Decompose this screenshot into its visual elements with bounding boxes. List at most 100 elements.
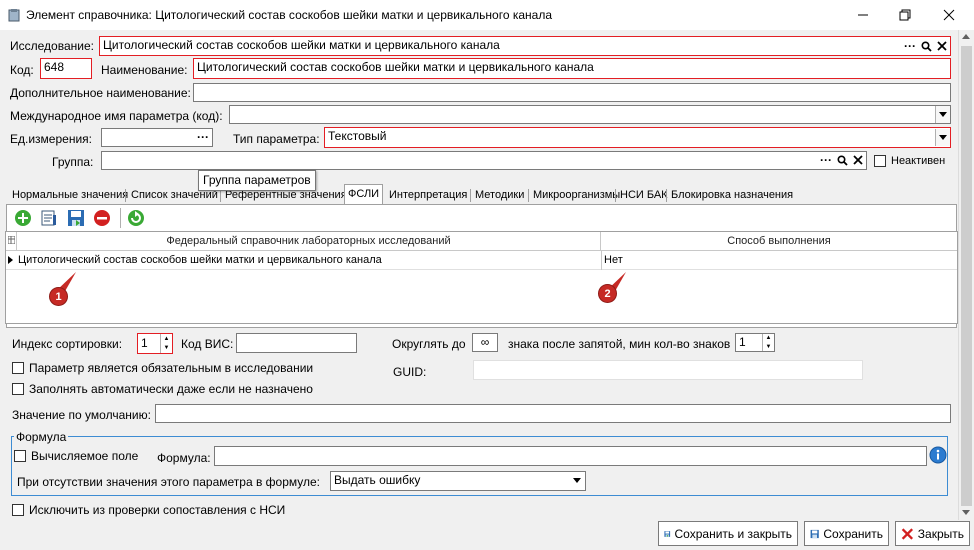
- inactive-checkbox[interactable]: [874, 155, 886, 167]
- exclude-nsi-checkbox[interactable]: [12, 504, 24, 516]
- name-field[interactable]: Цитологический состав соскобов шейки мат…: [193, 58, 951, 79]
- auto-fill-label: Заполнять автоматически даже если не наз…: [29, 382, 313, 396]
- cell-fsli: Цитологический состав соскобов шейки мат…: [18, 254, 382, 266]
- decimals-value: 1: [739, 335, 746, 349]
- unit-label: Ед.измерения:: [10, 132, 92, 146]
- spinner-arrows-icon[interactable]: ▲ ▼: [762, 334, 774, 351]
- info-icon[interactable]: [929, 446, 947, 464]
- window-title: Элемент справочника: Цитологический сост…: [26, 8, 553, 22]
- title-bar: Элемент справочника: Цитологический сост…: [0, 0, 974, 30]
- save-and-close-label: Сохранить и закрыть: [674, 526, 792, 541]
- vis-code-field[interactable]: [236, 333, 357, 353]
- default-value-field[interactable]: [155, 404, 951, 423]
- column-header-fsli[interactable]: Федеральный справочник лабораторных иссл…: [17, 232, 601, 251]
- code-value: 648: [44, 60, 65, 74]
- ellipsis-icon[interactable]: ···: [194, 128, 212, 146]
- name-label: Наименование:: [101, 63, 188, 77]
- decimals-spinner[interactable]: 1 ▲ ▼: [735, 333, 775, 352]
- edit-icon[interactable]: [40, 209, 58, 227]
- current-row-icon: [8, 256, 13, 264]
- sort-index-spinner[interactable]: 1 ▲ ▼: [137, 333, 173, 354]
- spinner-arrows-icon[interactable]: ▲ ▼: [160, 334, 172, 353]
- cell-method: Нет: [604, 254, 623, 266]
- guid-label: GUID:: [393, 365, 427, 379]
- decimals-label: знака после запятой, мин кол-во знаков: [508, 337, 731, 351]
- tooltip: Группа параметров: [198, 170, 316, 191]
- close-icon: [901, 527, 914, 540]
- refresh-icon[interactable]: [127, 209, 145, 227]
- tab-nsi-bak[interactable]: НСИ БАК: [620, 186, 668, 204]
- computed-field-label: Вычисляемое поле: [31, 449, 139, 463]
- minimize-icon[interactable]: [851, 4, 875, 26]
- extra-name-label: Дополнительное наименование:: [10, 86, 191, 100]
- missing-value-option: Выдать ошибку: [334, 473, 421, 487]
- round-label: Округлять до: [392, 337, 466, 351]
- table-row[interactable]: Цитологический состав соскобов шейки мат…: [6, 251, 957, 270]
- vertical-scrollbar[interactable]: [958, 30, 974, 520]
- tab-fsli[interactable]: ФСЛИ: [344, 184, 384, 204]
- add-icon[interactable]: [14, 209, 32, 227]
- code-label: Код:: [10, 63, 34, 77]
- vis-code-label: Код ВИС:: [181, 337, 234, 351]
- group-label: Группа:: [52, 155, 94, 169]
- tab-methods[interactable]: Методики: [475, 186, 524, 204]
- clear-icon[interactable]: [933, 37, 951, 55]
- intl-name-label: Международное имя параметра (код):: [10, 109, 223, 123]
- toolbar-separator: [120, 208, 121, 228]
- default-value-label: Значение по умолчанию:: [12, 408, 151, 422]
- computed-field-checkbox[interactable]: [14, 450, 26, 462]
- missing-value-label: При отсутствии значения этого параметра …: [17, 475, 321, 489]
- study-value: Цитологический состав соскобов шейки мат…: [103, 38, 500, 52]
- required-param-label: Параметр является обязательным в исследо…: [29, 361, 314, 375]
- chevron-down-icon[interactable]: [573, 478, 581, 483]
- study-field[interactable]: Цитологический состав соскобов шейки мат…: [99, 36, 951, 56]
- formula-label: Формула:: [157, 451, 211, 465]
- delete-icon[interactable]: [93, 209, 111, 227]
- auto-fill-checkbox[interactable]: [12, 383, 24, 395]
- guid-field[interactable]: [473, 360, 863, 380]
- inactive-label: Неактивен: [891, 155, 946, 167]
- save-icon: [810, 529, 819, 538]
- app-icon: [8, 9, 20, 22]
- close-label: Закрыть: [917, 526, 964, 541]
- save-button[interactable]: Сохранить: [804, 521, 889, 546]
- tab-interpretation[interactable]: Интерпретация: [389, 186, 467, 204]
- fsli-grid: Федеральный справочник лабораторных иссл…: [5, 231, 958, 324]
- scroll-down-icon[interactable]: [962, 510, 970, 515]
- extra-name-field[interactable]: [193, 83, 951, 102]
- code-field[interactable]: 648: [40, 58, 92, 79]
- chevron-down-icon[interactable]: [935, 129, 950, 146]
- exclude-nsi-label: Исключить из проверки сопоставления с НС…: [29, 503, 286, 517]
- round-value: ∞: [480, 335, 490, 349]
- intl-name-select[interactable]: [229, 105, 951, 124]
- tab-block-assignment[interactable]: Блокировка назначения: [671, 186, 793, 204]
- name-value: Цитологический состав соскобов шейки мат…: [197, 60, 594, 74]
- save-icon[interactable]: [67, 209, 85, 227]
- missing-value-select[interactable]: Выдать ошибку: [330, 471, 586, 491]
- close-button[interactable]: Закрыть: [895, 521, 970, 546]
- save-label: Сохранить: [823, 526, 883, 541]
- scroll-up-icon[interactable]: [962, 34, 970, 39]
- sort-index-label: Индекс сортировки:: [12, 337, 123, 351]
- round-field[interactable]: ∞: [472, 333, 498, 352]
- chevron-down-icon[interactable]: [935, 106, 950, 123]
- sort-index-value: 1: [141, 336, 148, 350]
- close-icon[interactable]: [937, 4, 961, 26]
- required-param-checkbox[interactable]: [12, 362, 24, 374]
- row-selector-header: [6, 232, 17, 251]
- save-and-close-button[interactable]: Сохранить и закрыть: [658, 521, 798, 546]
- param-type-value: Текстовый: [328, 129, 387, 143]
- formula-field[interactable]: [214, 446, 927, 466]
- column-header-method[interactable]: Способ выполнения: [601, 232, 957, 251]
- tab-normal-values[interactable]: Нормальные значения: [12, 186, 128, 204]
- scroll-thumb[interactable]: [961, 46, 972, 506]
- save-icon: [664, 530, 671, 537]
- clear-icon[interactable]: [849, 151, 867, 169]
- restore-icon[interactable]: [893, 4, 917, 26]
- group-field[interactable]: [101, 151, 867, 170]
- param-type-select[interactable]: Текстовый: [324, 127, 951, 148]
- param-type-label: Тип параметра:: [233, 132, 320, 146]
- formula-group-label: Формула: [14, 430, 69, 444]
- study-label: Исследование:: [10, 39, 94, 53]
- tab-microorganisms[interactable]: Микроорганизмы: [533, 186, 620, 204]
